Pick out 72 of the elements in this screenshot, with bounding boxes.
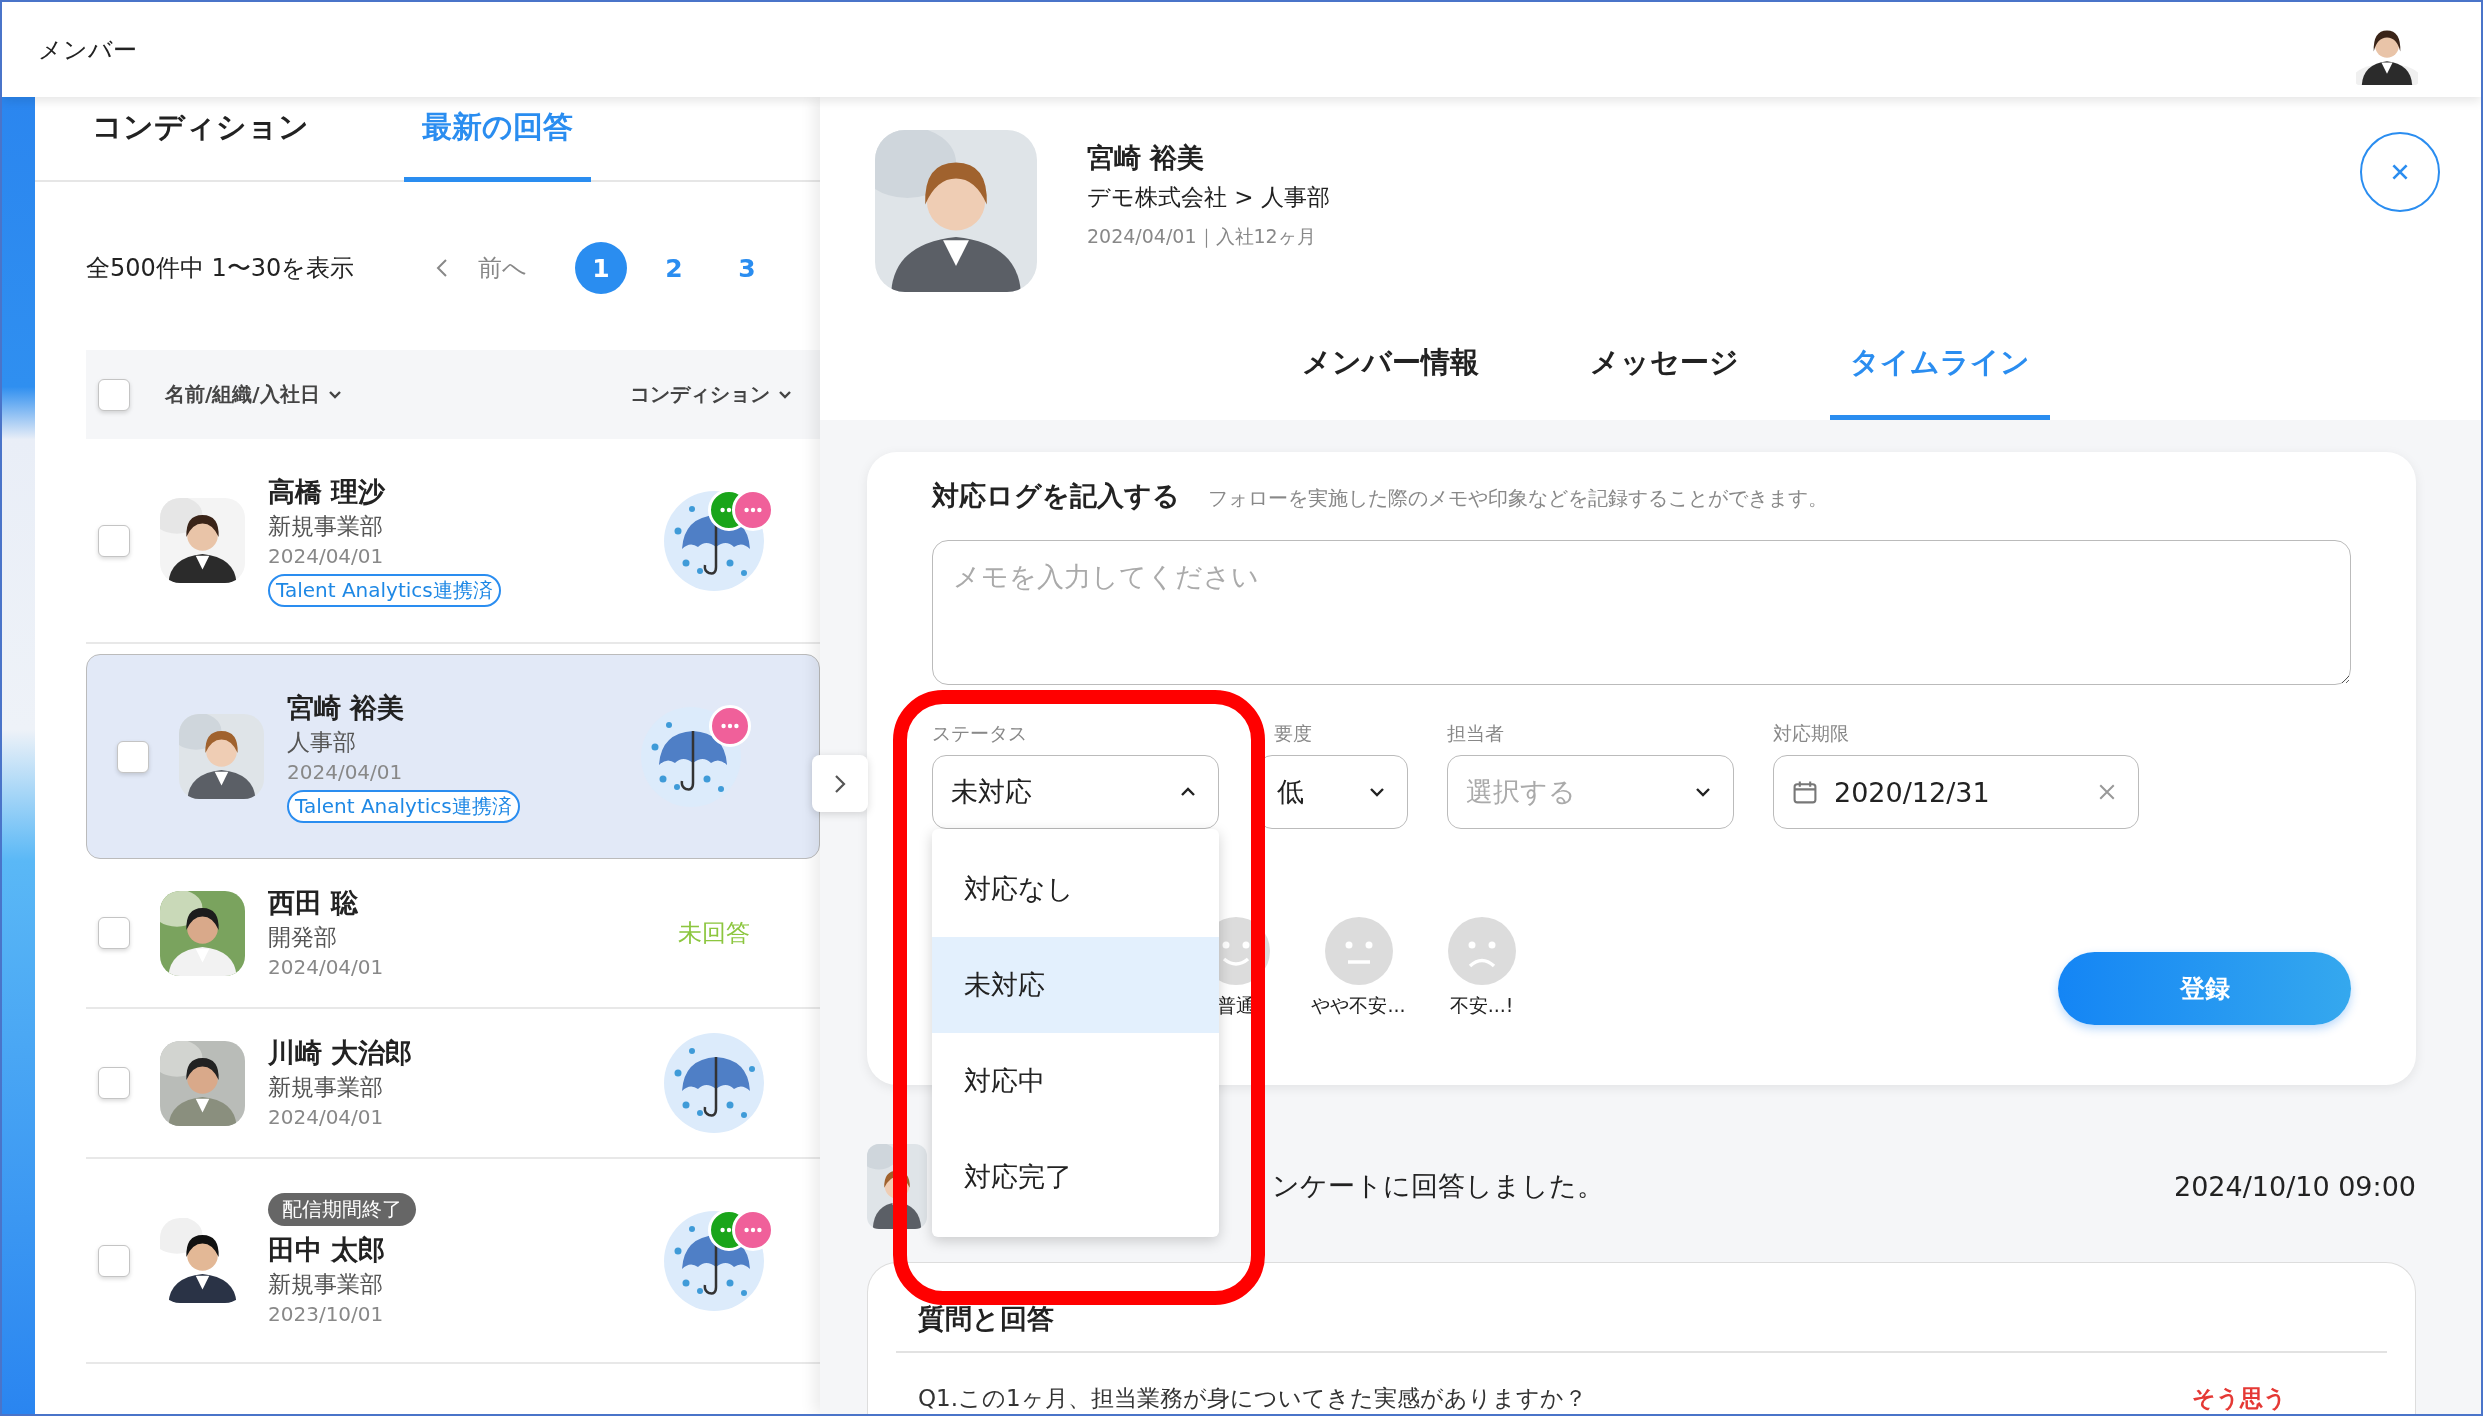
caret-up-icon[interactable] [1180,787,1196,797]
menu-option[interactable]: 対応中 [932,1033,1219,1129]
list-tab[interactable]: コンディション [74,97,327,182]
condition-status: 未回答 [678,918,750,949]
close-button[interactable] [2360,132,2440,212]
join-date: 2024/04/01 [268,954,384,981]
member-name: 宮崎 裕美 [1087,141,1206,175]
department: 新規事業部 [268,512,383,541]
checkbox[interactable] [117,740,149,773]
mood-label: やや不安... [1311,993,1406,1018]
member-name: 西田 聡 [268,886,359,920]
checkbox[interactable] [98,1244,130,1277]
field-label: 対応期限 [1773,721,1850,745]
checkbox[interactable] [98,524,130,557]
caret-down-icon[interactable] [1369,787,1385,797]
dropdown-select[interactable]: 未対応 [932,755,1219,829]
question-text: Q1.この1ヶ月、担当業務が身についてきた実感がありますか？ [918,1383,1587,1413]
chevron-right-icon[interactable] [834,773,846,794]
member-name: 川崎 大治郎 [268,1036,413,1070]
field-label: 担当者 [1447,721,1505,745]
memo-field[interactable]: メモを入力してください [932,540,2351,685]
clear-icon[interactable] [2098,783,2116,801]
page-title: メンバー [38,34,137,66]
member-name: 宮崎 裕美 [287,691,405,725]
date-field[interactable]: 2020/12/31 [1773,755,2139,829]
organization: デモ株式会社 > 人事部 [1087,183,1331,212]
checkbox[interactable] [98,1067,130,1099]
member-row[interactable]: 配信期間終了 田中 太郎 新規事業部 2023/10/01 [86,1159,820,1364]
integration-tag: Talent Analytics連携済 [268,574,501,607]
timestamp: 2024/10/10 09:00 [2174,1170,2416,1202]
department: 開発部 [268,923,337,952]
answer-text: そう思う [2192,1383,2287,1413]
column-header[interactable]: コンディション [630,381,770,408]
section-title: 質問と回答 [918,1303,1054,1334]
member-name: 田中 太郎 [268,1233,386,1267]
chevron-down-icon[interactable] [327,389,342,400]
umbrella-rain-icon [664,1033,764,1133]
mood-label: 不安...! [1449,993,1514,1018]
member-row[interactable]: 西田 聡 開発部 2024/04/01 未回答 [86,859,820,1009]
detail-tab[interactable]: メッセージ [1569,343,1759,420]
chevron-down-icon[interactable] [778,389,792,400]
department: 新規事業部 [268,1073,383,1102]
detail-tab[interactable]: メンバー情報 [1281,343,1499,420]
caret-down-icon[interactable] [1695,787,1711,797]
checkbox[interactable] [98,917,130,949]
department: 人事部 [287,728,356,757]
join-date: 2023/10/01 [268,1301,384,1328]
column-header[interactable]: 名前/組織/入社日 [165,381,320,408]
calendar-icon[interactable] [1792,779,1818,805]
join-date: 2024/04/01 [287,759,403,786]
section-title: 対応ログを記入する [932,479,1180,513]
join-date: 2024/04/01 [268,1104,384,1131]
checkbox[interactable] [98,378,130,411]
member-name: 高橋 理沙 [268,475,386,509]
timeline-entry: ンケートに回答しました。 [1272,1169,1604,1203]
integration-tag: Talent Analytics連携済 [287,790,520,823]
join-date: 2024/04/01 [268,543,384,570]
field-label: 要度 [1273,721,1313,745]
member-row[interactable]: 高橋 理沙 新規事業部 2024/04/01 Talent Analytics連携済 [86,439,820,644]
previous-link[interactable]: 前へ [478,252,527,284]
department: 新規事業部 [268,1270,383,1299]
member-row[interactable]: 宮崎 裕美 人事部 2024/04/01 Talent Analytics連携済 [86,654,820,859]
menu-option[interactable]: 未対応 [932,937,1219,1033]
menu-option[interactable]: 対応なし [932,841,1219,937]
hint-text: フォローを実施した際のメモや印象などを記録することができます。 [1208,485,1828,512]
join-info: 2024/04/01｜入社12ヶ月 [1087,224,1317,250]
chevron-left-icon[interactable] [436,258,448,278]
member-row[interactable]: 川崎 大治郎 新規事業部 2024/04/01 [86,1009,820,1159]
status-badge: 配信期間終了 [268,1193,416,1226]
result-count: 全500件中 1〜30を表示 [86,253,356,284]
field-label: ステータス [932,721,1028,745]
menu-option[interactable]: 対応完了 [932,1129,1219,1225]
